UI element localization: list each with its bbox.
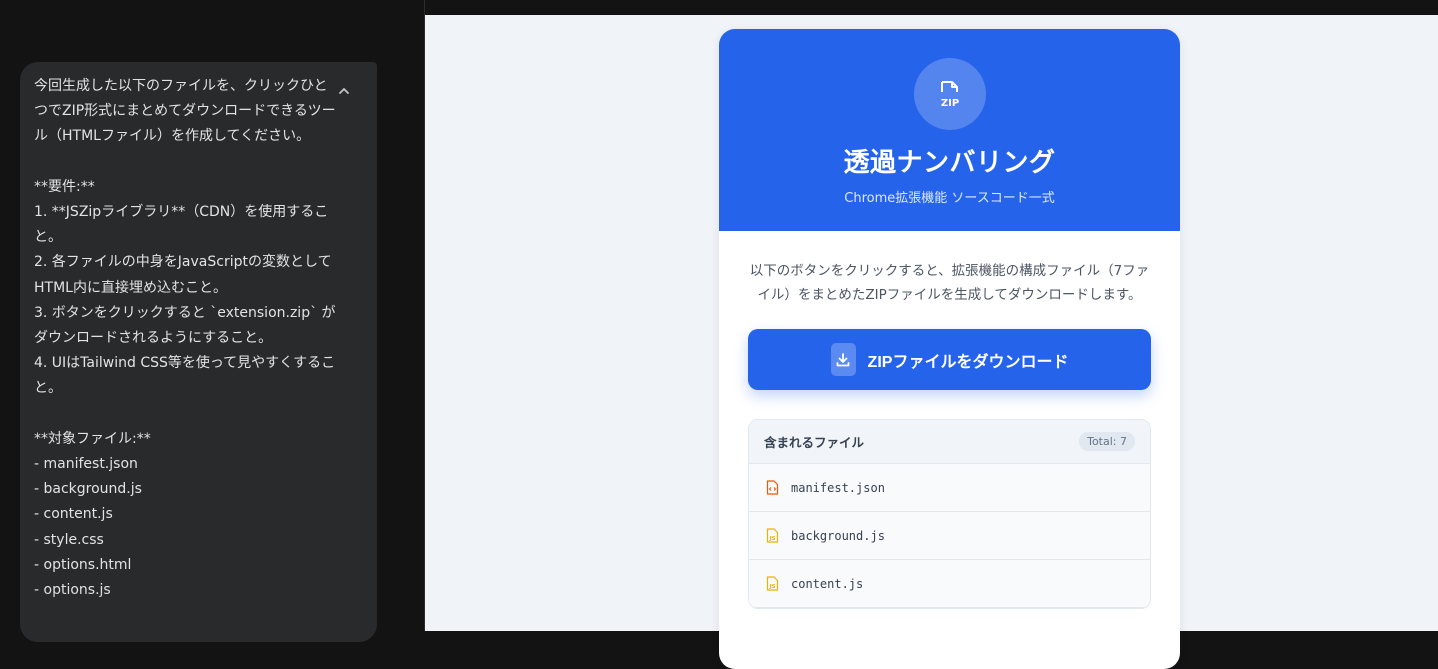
description-text: 以下のボタンをクリックすると、拡張機能の構成ファイル（7ファイル）をまとめたZI… <box>749 263 1150 303</box>
preview-top-strip <box>425 0 1438 15</box>
chat-pane: 今回生成した以下のファイルを、クリックひとつでZIP形式にまとめてダウンロードで… <box>0 0 424 642</box>
js-file-icon: JS <box>765 576 779 592</box>
js-file-icon: JS <box>765 528 779 544</box>
zip-file-icon: ZIP <box>940 81 959 109</box>
download-card: ZIP 透過ナンバリング Chrome拡張機能 ソースコード一式 以下のボタンを… <box>719 29 1180 669</box>
svg-text:JS: JS <box>768 536 775 542</box>
card-header: ZIP 透過ナンバリング Chrome拡張機能 ソースコード一式 <box>719 29 1180 231</box>
file-list-item: JS content.js <box>749 560 1150 608</box>
file-name: background.js <box>791 528 885 543</box>
file-list-header: 含まれるファイル Total: 7 <box>749 420 1150 464</box>
page-title: 透過ナンバリング <box>843 148 1056 178</box>
file-list-item: manifest.json <box>749 464 1150 512</box>
file-list-panel: 含まれるファイル Total: 7 manifest.json JS backg… <box>748 419 1151 609</box>
user-prompt-text: 今回生成した以下のファイルを、クリックひとつでZIP形式にまとめてダウンロードで… <box>34 78 336 599</box>
download-icon <box>836 352 850 366</box>
preview-pane: ZIP 透過ナンバリング Chrome拡張機能 ソースコード一式 以下のボタンを… <box>424 0 1438 669</box>
file-name: content.js <box>791 576 864 591</box>
download-icon-box <box>830 343 856 376</box>
chevron-up-icon <box>339 88 349 94</box>
code-file-icon <box>765 480 779 496</box>
zip-icon-circle: ZIP <box>913 58 986 130</box>
collapse-prompt-button[interactable] <box>336 83 356 103</box>
file-list-title: 含まれるファイル <box>764 435 865 450</box>
file-name: manifest.json <box>791 480 885 495</box>
zip-icon-label: ZIP <box>940 98 958 109</box>
user-prompt-bubble: 今回生成した以下のファイルを、クリックひとつでZIP形式にまとめてダウンロードで… <box>20 62 377 642</box>
total-count-badge: Total: 7 <box>1079 432 1135 451</box>
file-list-item: JS background.js <box>749 512 1150 560</box>
svg-text:JS: JS <box>768 584 775 590</box>
page-subtitle: Chrome拡張機能 ソースコード一式 <box>844 191 1055 206</box>
download-button-label: ZIPファイルをダウンロード <box>867 353 1069 371</box>
download-zip-button[interactable]: ZIPファイルをダウンロード <box>748 329 1151 390</box>
card-body: 以下のボタンをクリックすると、拡張機能の構成ファイル（7ファイル）をまとめたZI… <box>719 231 1180 609</box>
